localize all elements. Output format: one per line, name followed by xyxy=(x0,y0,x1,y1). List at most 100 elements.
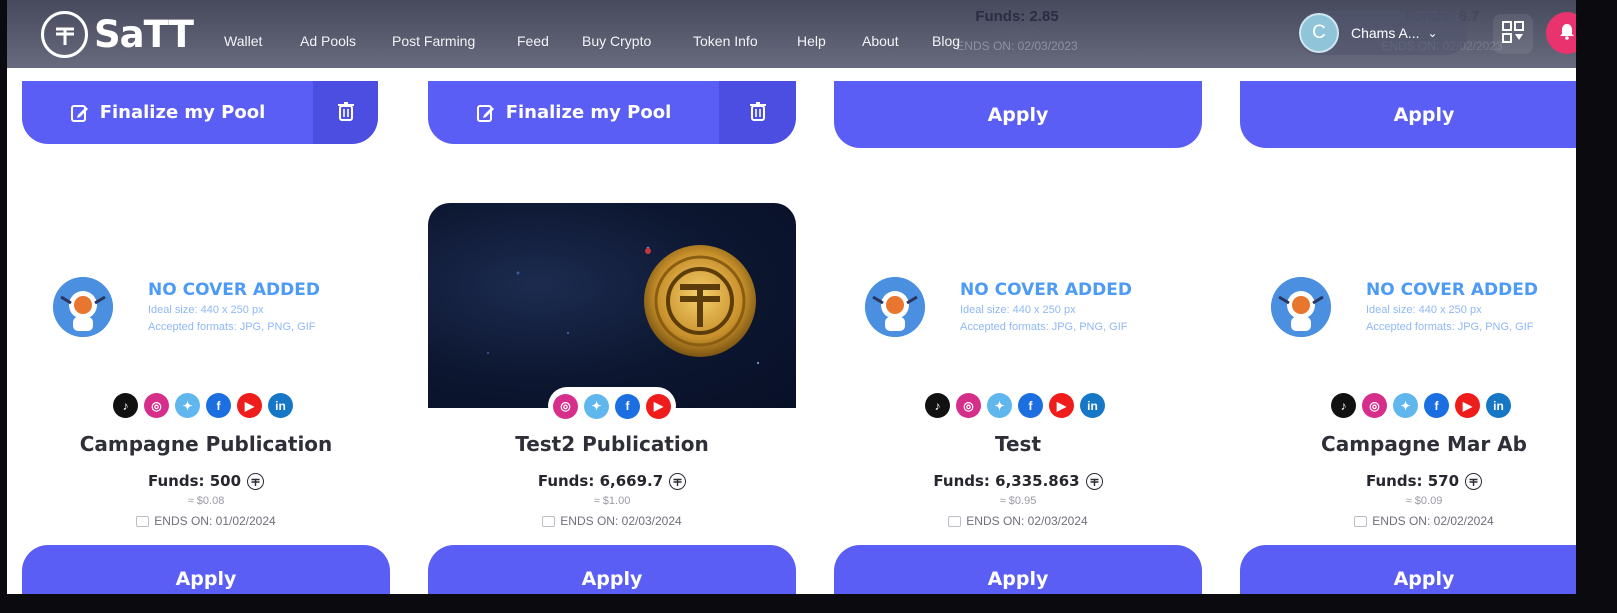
social-networks-2: ◎ ✦ f ▶ xyxy=(548,387,676,425)
satt-logo-icon xyxy=(41,10,88,58)
facebook-icon: f xyxy=(206,393,231,418)
trash-icon xyxy=(749,101,767,125)
card-title: Campagne Mar Ab xyxy=(1321,432,1527,456)
chevron-down-icon: ⌄ xyxy=(1427,26,1438,40)
screen-edge-left xyxy=(0,0,7,613)
card-ends: ENDS ON: 01/02/2024 xyxy=(22,514,390,528)
ghost-funds: Funds: 2.85 xyxy=(975,8,1059,25)
card-ends: ENDS ON: 02/03/2024 xyxy=(428,514,796,528)
instagram-icon: ◎ xyxy=(1362,393,1387,418)
calendar-icon xyxy=(948,515,962,527)
facebook-icon: f xyxy=(615,393,640,419)
satt-coin-icon xyxy=(1085,472,1103,490)
apply-button-top-3[interactable]: Apply xyxy=(834,81,1202,148)
no-cover-title: NO COVER ADDED xyxy=(1366,280,1538,300)
no-cover-formats: Accepted formats: JPG, PNG, GIF xyxy=(1366,321,1534,333)
satt-coin-icon xyxy=(247,472,265,490)
screen-edge-bottom xyxy=(0,594,1617,613)
no-cover-size: Ideal size: 440 x 250 px xyxy=(960,304,1076,316)
user-menu[interactable]: C Chams A... ⌄ xyxy=(1297,11,1467,55)
astronaut-placeholder-icon xyxy=(1271,277,1331,337)
satt-logo[interactable]: SaTT xyxy=(41,10,194,58)
social-networks-3: ♪ ◎ ✦ f ▶ in xyxy=(925,393,1105,418)
card-usd: ≈ $0.95 xyxy=(999,495,1037,507)
calendar-icon xyxy=(1354,515,1368,527)
funds-value: Funds: 570 xyxy=(1365,472,1460,490)
card-title: Test xyxy=(994,432,1041,456)
linkedin-icon: in xyxy=(268,393,293,418)
card-funds: Funds: 6,669.7 xyxy=(428,472,796,490)
satt-coin-icon xyxy=(669,472,687,490)
finalize-label: Finalize my Pool xyxy=(99,102,266,123)
campaign-cover-image xyxy=(428,203,796,408)
youtube-icon: ▶ xyxy=(646,393,671,419)
twitter-icon: ✦ xyxy=(1393,393,1418,418)
astronaut-placeholder-icon xyxy=(865,277,925,337)
nav-link-help[interactable]: Help xyxy=(797,33,826,49)
card-funds: Funds: 500 xyxy=(22,472,390,490)
nav-link-blog[interactable]: Blog xyxy=(932,33,960,49)
delete-pool-button-1[interactable] xyxy=(313,81,378,144)
bell-icon xyxy=(1559,22,1575,44)
nav-link-feed[interactable]: Feed xyxy=(517,33,549,49)
edit-icon xyxy=(476,103,496,123)
funds-value: Funds: 6,669.7 xyxy=(537,472,664,490)
card-usd: ≈ $0.09 xyxy=(1405,495,1443,507)
instagram-icon: ◎ xyxy=(553,393,578,419)
tiktok-icon: ♪ xyxy=(1331,393,1356,418)
card-funds: Funds: 570 xyxy=(1240,472,1608,490)
no-cover-formats: Accepted formats: JPG, PNG, GIF xyxy=(148,321,316,333)
no-cover-size: Ideal size: 440 x 250 px xyxy=(148,304,264,316)
no-cover-title: NO COVER ADDED xyxy=(960,280,1132,300)
nav-link-post-farming[interactable]: Post Farming xyxy=(392,33,475,49)
top-navigation-bar: SaTT Funds: 2.85 ≈ $0.00 ENDS ON: 02/03/… xyxy=(7,0,1576,68)
calendar-icon xyxy=(136,515,150,527)
linkedin-icon: in xyxy=(1486,393,1511,418)
screen-edge-right xyxy=(1576,0,1617,613)
youtube-icon: ▶ xyxy=(1455,393,1480,418)
nav-link-ad-pools[interactable]: Ad Pools xyxy=(300,33,356,49)
qr-code-button[interactable] xyxy=(1493,14,1533,54)
twitter-icon: ✦ xyxy=(584,393,609,419)
avatar: C xyxy=(1299,13,1339,53)
finalize-label: Finalize my Pool xyxy=(505,102,672,123)
facebook-icon: f xyxy=(1424,393,1449,418)
delete-pool-button-2[interactable] xyxy=(719,81,796,144)
card-title: Test2 Publication xyxy=(515,432,709,456)
apply-button-top-4[interactable]: Apply xyxy=(1240,81,1608,148)
ends-date: ENDS ON: 02/03/2024 xyxy=(966,514,1088,528)
satt-coin-icon xyxy=(1465,472,1483,490)
youtube-icon: ▶ xyxy=(1049,393,1074,418)
finalize-pool-button-1[interactable]: Finalize my Pool xyxy=(22,81,313,144)
facebook-icon: f xyxy=(1018,393,1043,418)
twitter-icon: ✦ xyxy=(175,393,200,418)
nav-link-buy-crypto[interactable]: Buy Crypto xyxy=(582,33,651,49)
social-networks-4: ♪ ◎ ✦ f ▶ in xyxy=(1331,393,1511,418)
no-cover-size: Ideal size: 440 x 250 px xyxy=(1366,304,1482,316)
card-usd: ≈ $0.08 xyxy=(187,495,225,507)
ends-date: ENDS ON: 02/02/2024 xyxy=(1372,514,1494,528)
card-ends: ENDS ON: 02/02/2024 xyxy=(1240,514,1608,528)
nav-link-wallet[interactable]: Wallet xyxy=(224,33,262,49)
instagram-icon: ◎ xyxy=(956,393,981,418)
finalize-pool-button-2[interactable]: Finalize my Pool xyxy=(428,81,719,144)
calendar-icon xyxy=(542,515,556,527)
twitter-icon: ✦ xyxy=(987,393,1012,418)
youtube-icon: ▶ xyxy=(237,393,262,418)
card-title: Campagne Publication xyxy=(79,432,333,456)
card-ends: ENDS ON: 02/03/2024 xyxy=(834,514,1202,528)
no-cover-title: NO COVER ADDED xyxy=(148,280,320,300)
nav-link-token-info[interactable]: Token Info xyxy=(693,33,758,49)
edit-icon xyxy=(70,103,90,123)
nav-link-about[interactable]: About xyxy=(862,33,899,49)
card-funds: Funds: 6,335.863 xyxy=(834,472,1202,490)
card-usd: ≈ $1.00 xyxy=(593,495,631,507)
ends-date: ENDS ON: 02/03/2024 xyxy=(560,514,682,528)
qr-code-icon xyxy=(1501,20,1525,48)
tiktok-icon: ♪ xyxy=(925,393,950,418)
linkedin-icon: in xyxy=(1080,393,1105,418)
funds-value: Funds: 6,335.863 xyxy=(933,472,1080,490)
user-name: Chams A... xyxy=(1351,25,1420,41)
ends-date: ENDS ON: 01/02/2024 xyxy=(154,514,276,528)
tiktok-icon: ♪ xyxy=(113,393,138,418)
